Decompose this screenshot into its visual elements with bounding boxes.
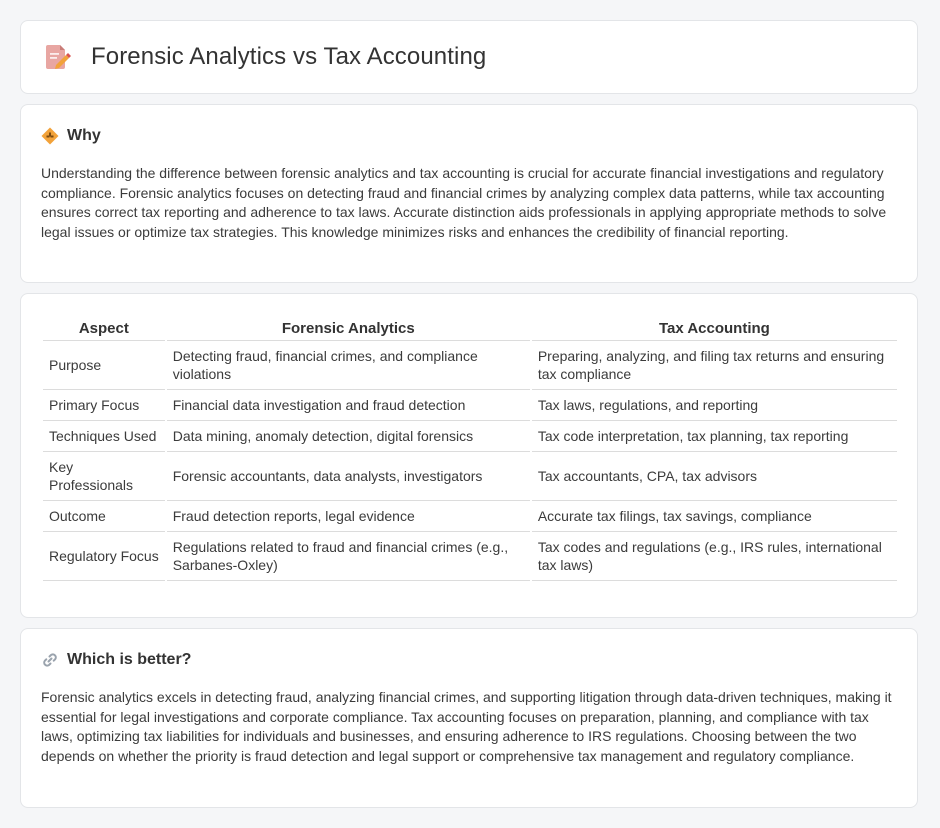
document-pencil-icon: [46, 45, 71, 69]
better-title: Which is better?: [67, 651, 192, 668]
forensic-cell: Forensic accountants, data analysts, inv…: [166, 452, 530, 501]
why-heading: Why: [41, 127, 101, 145]
comparison-table: Aspect Forensic Analytics Tax Accounting…: [41, 314, 899, 581]
tax-cell: Accurate tax filings, tax savings, compl…: [531, 501, 897, 532]
diamond-sign-icon: [41, 127, 59, 145]
table-row: Purpose Detecting fraud, financial crime…: [43, 341, 897, 390]
why-title: Why: [67, 127, 101, 144]
aspect-cell: Regulatory Focus: [43, 532, 165, 581]
forensic-cell: Data mining, anomaly detection, digital …: [166, 421, 530, 452]
tax-cell: Tax laws, regulations, and reporting: [531, 390, 897, 421]
title-card: Forensic Analytics vs Tax Accounting: [20, 20, 918, 94]
forensic-cell: Financial data investigation and fraud d…: [166, 390, 530, 421]
aspect-cell: Purpose: [43, 341, 165, 390]
aspect-cell: Key Professionals: [43, 452, 165, 501]
title-row: Forensic Analytics vs Tax Accounting: [45, 43, 486, 71]
comparison-card: Aspect Forensic Analytics Tax Accounting…: [20, 293, 918, 618]
page-title: Forensic Analytics vs Tax Accounting: [91, 43, 487, 70]
table-row: Regulatory Focus Regulations related to …: [43, 532, 897, 581]
aspect-cell: Primary Focus: [43, 390, 165, 421]
why-text: Understanding the difference between for…: [41, 165, 887, 240]
aspect-cell: Outcome: [43, 501, 165, 532]
forensic-cell: Regulations related to fraud and financi…: [166, 532, 530, 581]
tax-cell: Tax code interpretation, tax planning, t…: [531, 421, 897, 452]
better-text: Forensic analytics excels in detecting f…: [41, 689, 892, 764]
better-card: Which is better? Forensic analytics exce…: [20, 628, 918, 808]
forensic-cell: Detecting fraud, financial crimes, and c…: [166, 341, 530, 390]
aspect-cell: Techniques Used: [43, 421, 165, 452]
table-row: Outcome Fraud detection reports, legal e…: [43, 501, 897, 532]
header-tax-accounting: Tax Accounting: [531, 314, 897, 341]
table-row: Techniques Used Data mining, anomaly det…: [43, 421, 897, 452]
table-header-row: Aspect Forensic Analytics Tax Accounting: [43, 314, 897, 341]
forensic-cell: Fraud detection reports, legal evidence: [166, 501, 530, 532]
table-row: Primary Focus Financial data investigati…: [43, 390, 897, 421]
better-heading: Which is better?: [41, 651, 191, 669]
link-icon: [43, 653, 57, 667]
why-card: Why Understanding the difference between…: [20, 104, 918, 283]
table-row: Key Professionals Forensic accountants, …: [43, 452, 897, 501]
header-forensic-analytics: Forensic Analytics: [166, 314, 530, 341]
tax-cell: Tax accountants, CPA, tax advisors: [531, 452, 897, 501]
header-aspect: Aspect: [43, 314, 165, 341]
tax-cell: Preparing, analyzing, and filing tax ret…: [531, 341, 897, 390]
tax-cell: Tax codes and regulations (e.g., IRS rul…: [531, 532, 897, 581]
